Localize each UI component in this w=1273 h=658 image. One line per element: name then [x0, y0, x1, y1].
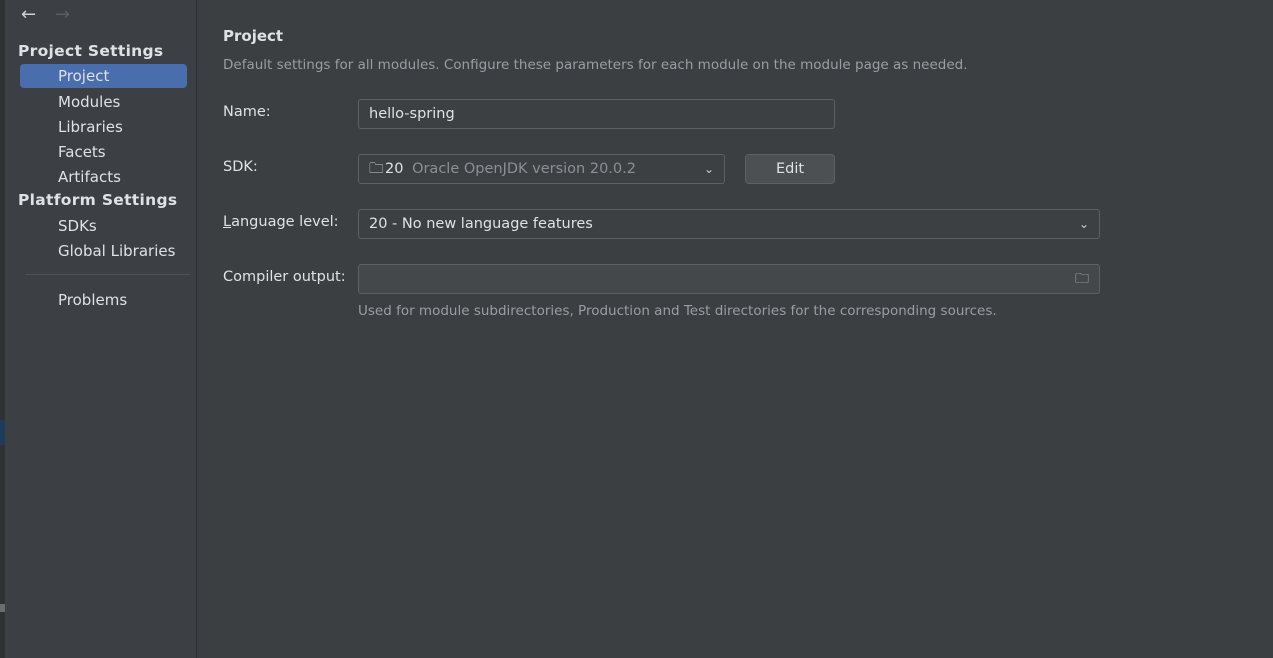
- page-title: Project: [223, 27, 284, 45]
- sidebar-item-facets[interactable]: Facets: [20, 140, 187, 164]
- compiler-output-input[interactable]: 🗀: [358, 264, 1100, 294]
- sdk-name: Oracle OpenJDK version 20.0.2: [412, 161, 636, 177]
- back-arrow-icon[interactable]: ←: [21, 4, 36, 25]
- language-level-dropdown[interactable]: 20 - No new language features ⌄: [358, 209, 1100, 239]
- compiler-output-label: Compiler output:: [223, 269, 346, 285]
- sidebar-item-global-libraries[interactable]: Global Libraries: [20, 239, 187, 263]
- language-level-value: 20 - No new language features: [369, 216, 593, 232]
- sidebar-item-problems[interactable]: Problems: [20, 288, 187, 312]
- group-project-settings: Project Settings: [18, 42, 164, 60]
- sdk-dropdown[interactable]: 🗀 20 Oracle OpenJDK version 20.0.2 ⌄: [358, 154, 725, 184]
- sdk-version: 20: [385, 161, 404, 177]
- sidebar-item-libraries[interactable]: Libraries: [20, 115, 187, 139]
- edit-sdk-button[interactable]: Edit: [745, 154, 835, 184]
- page-description: Default settings for all modules. Config…: [223, 57, 968, 73]
- sidebar-item-project[interactable]: Project: [20, 64, 187, 88]
- chevron-down-icon: ⌄: [1078, 217, 1089, 231]
- name-input[interactable]: hello-spring: [358, 99, 835, 129]
- chevron-down-icon: ⌄: [703, 162, 714, 176]
- forward-arrow-icon[interactable]: →: [55, 4, 70, 25]
- project-settings-panel: Project Default settings for all modules…: [197, 0, 1273, 658]
- sidebar-item-sdks[interactable]: SDKs: [20, 214, 187, 238]
- compiler-output-hint: Used for module subdirectories, Producti…: [358, 303, 997, 319]
- language-level-label: Language level:: [223, 214, 339, 230]
- sidebar-item-artifacts[interactable]: Artifacts: [20, 165, 187, 189]
- sidebar-divider: [25, 274, 190, 275]
- sdk-folder-icon: 🗀: [369, 161, 384, 177]
- sdk-label: SDK:: [223, 159, 258, 175]
- sidebar: ← → Project Settings Project Modules Lib…: [5, 0, 197, 658]
- name-label: Name:: [223, 104, 271, 120]
- sidebar-item-modules[interactable]: Modules: [20, 90, 187, 114]
- folder-browse-icon[interactable]: 🗀: [1075, 265, 1089, 293]
- group-platform-settings: Platform Settings: [18, 191, 178, 209]
